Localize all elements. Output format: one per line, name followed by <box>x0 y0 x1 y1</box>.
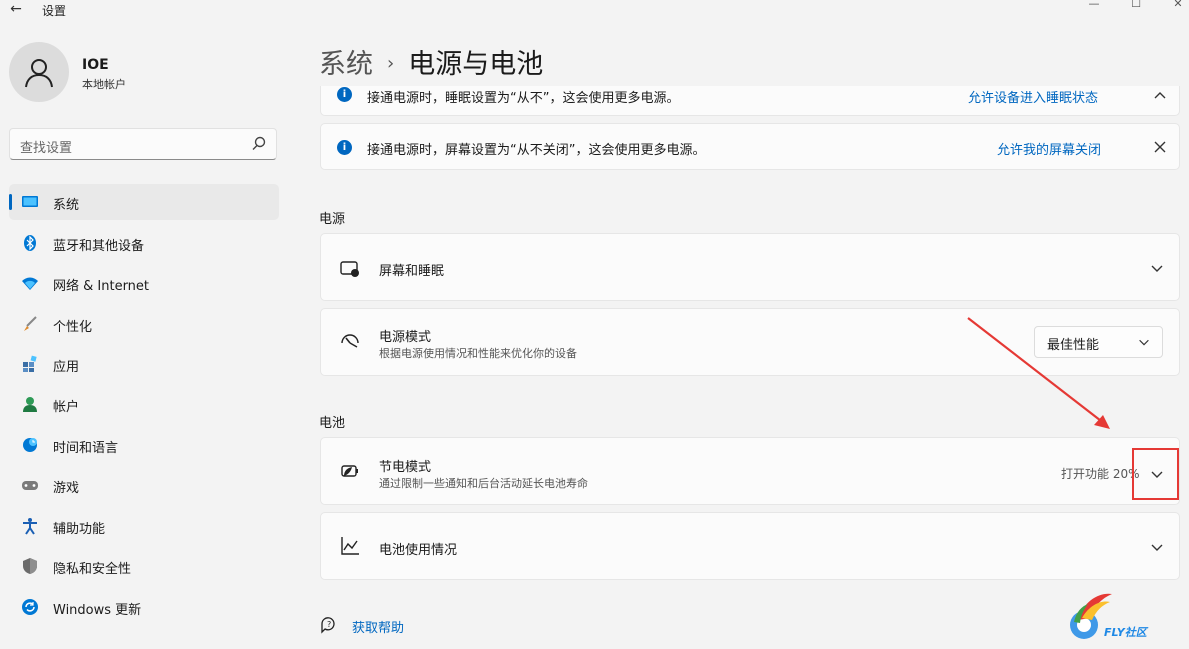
power-mode-icon <box>341 334 359 348</box>
chevron-down-icon <box>1139 339 1149 346</box>
bluetooth-icon <box>24 235 36 251</box>
sidebar-item-label: 个性化 <box>53 320 93 335</box>
info-icon: i <box>337 140 352 155</box>
search-input[interactable]: 查找设置 <box>20 137 72 156</box>
update-icon <box>22 599 38 615</box>
active-indicator <box>9 194 12 210</box>
battery-saver-status: 打开功能 20% <box>1061 467 1140 481</box>
sidebar-item-label: 应用 <box>53 360 80 375</box>
shield-icon <box>23 558 37 574</box>
account-type: 本地帐户 <box>82 78 126 91</box>
notice-screen: i 接通电源时，屏幕设置为“从不关闭”，这会使用更多电源。 允许我的屏幕关闭 <box>320 123 1180 170</box>
sidebar-item-personalization[interactable]: 个性化 <box>9 306 279 342</box>
svg-text:?: ? <box>327 620 331 629</box>
apps-icon <box>23 355 37 372</box>
sidebar-item-time-language[interactable]: 时间和语言 <box>9 427 279 463</box>
battery-saver-card[interactable]: 节电模式 通过限制一些通知和后台活动延长电池寿命 打开功能 20% <box>320 437 1180 505</box>
info-icon: i <box>337 87 352 102</box>
title-bar: ← 设置 — ☐ ✕ <box>0 0 1189 22</box>
chevron-down-icon[interactable] <box>1149 539 1165 555</box>
sidebar-item-label: 游戏 <box>53 481 80 496</box>
sidebar-item-system[interactable]: 系统 <box>9 184 279 220</box>
notice-text: 接通电源时，屏幕设置为“从不关闭”，这会使用更多电源。 <box>367 143 706 158</box>
back-button[interactable]: ← <box>8 0 24 18</box>
card-subtitle: 根据电源使用情况和性能来优化你的设备 <box>379 347 577 360</box>
section-title-battery: 电池 <box>319 416 346 431</box>
sidebar-item-accounts[interactable]: 帐户 <box>9 386 279 422</box>
card-title: 电源模式 <box>379 330 432 345</box>
brush-icon <box>24 316 37 331</box>
close-button[interactable]: ✕ <box>1163 0 1189 10</box>
sidebar-item-label: Windows 更新 <box>53 603 142 618</box>
person-icon <box>23 397 37 412</box>
chevron-up-icon[interactable] <box>1152 87 1168 103</box>
screen-sleep-card[interactable]: 屏幕和睡眠 <box>320 233 1180 301</box>
sidebar-item-network[interactable]: 网络 & Internet <box>9 265 279 301</box>
close-icon[interactable] <box>1152 139 1168 155</box>
sidebar-item-label: 帐户 <box>53 400 80 415</box>
maximize-button[interactable]: ☐ <box>1121 0 1151 10</box>
avatar[interactable] <box>9 42 69 102</box>
sidebar-item-label: 系统 <box>53 198 80 213</box>
scroll-fade <box>320 76 1180 86</box>
sidebar-item-windows-update[interactable]: Windows 更新 <box>9 589 279 625</box>
get-help-link[interactable]: 获取帮助 <box>352 617 404 636</box>
sidebar-item-label: 网络 & Internet <box>53 279 150 294</box>
allow-sleep-link[interactable]: 允许设备进入睡眠状态 <box>968 87 1098 106</box>
accessibility-icon <box>23 518 37 535</box>
minimize-button[interactable]: — <box>1079 0 1109 10</box>
sidebar-item-privacy[interactable]: 隐私和安全性 <box>9 548 279 584</box>
card-title: 节电模式 <box>379 460 432 475</box>
globe-clock-icon <box>23 438 37 452</box>
search-icon[interactable] <box>250 135 268 153</box>
annotation-arrow <box>967 317 1110 429</box>
sidebar-item-bluetooth[interactable]: 蓝牙和其他设备 <box>9 225 279 261</box>
screen-sleep-icon <box>340 261 359 277</box>
wifi-icon <box>22 277 38 290</box>
gamepad-icon <box>22 481 38 490</box>
person-icon <box>25 59 53 88</box>
user-name: IOE <box>82 57 109 73</box>
allow-screen-off-link[interactable]: 允许我的屏幕关闭 <box>997 139 1101 158</box>
card-title: 屏幕和睡眠 <box>379 264 445 279</box>
sidebar-item-apps[interactable]: 应用 <box>9 346 279 382</box>
app-title: 设置 <box>42 4 67 18</box>
sidebar-item-label: 时间和语言 <box>53 441 119 456</box>
chevron-down-icon[interactable] <box>1149 260 1165 276</box>
card-title: 电池使用情况 <box>379 543 458 558</box>
help-icon: ? <box>321 617 335 634</box>
sidebar-item-accessibility[interactable]: 辅助功能 <box>9 508 279 544</box>
watermark-logo: FLY社区 <box>1070 593 1149 639</box>
sidebar-item-gaming[interactable]: 游戏 <box>9 467 279 503</box>
notice-text: 接通电源时，睡眠设置为“从不”，这会使用更多电源。 <box>367 91 680 106</box>
sidebar-item-label: 隐私和安全性 <box>53 562 132 577</box>
battery-usage-card[interactable]: 电池使用情况 <box>320 512 1180 580</box>
section-title-power: 电源 <box>319 212 346 227</box>
search-box[interactable]: 查找设置 <box>9 128 277 160</box>
card-subtitle: 通过限制一些通知和后台活动延长电池寿命 <box>379 477 588 490</box>
chart-line-icon <box>341 537 359 555</box>
chevron-right-icon: › <box>387 53 395 74</box>
annotation-highlight-box <box>1132 448 1179 500</box>
sidebar-item-label: 蓝牙和其他设备 <box>53 239 145 254</box>
svg-text:FLY社区: FLY社区 <box>1104 626 1149 639</box>
battery-saver-icon <box>341 465 358 477</box>
sidebar-item-label: 辅助功能 <box>53 522 106 537</box>
monitor-icon <box>22 196 38 207</box>
